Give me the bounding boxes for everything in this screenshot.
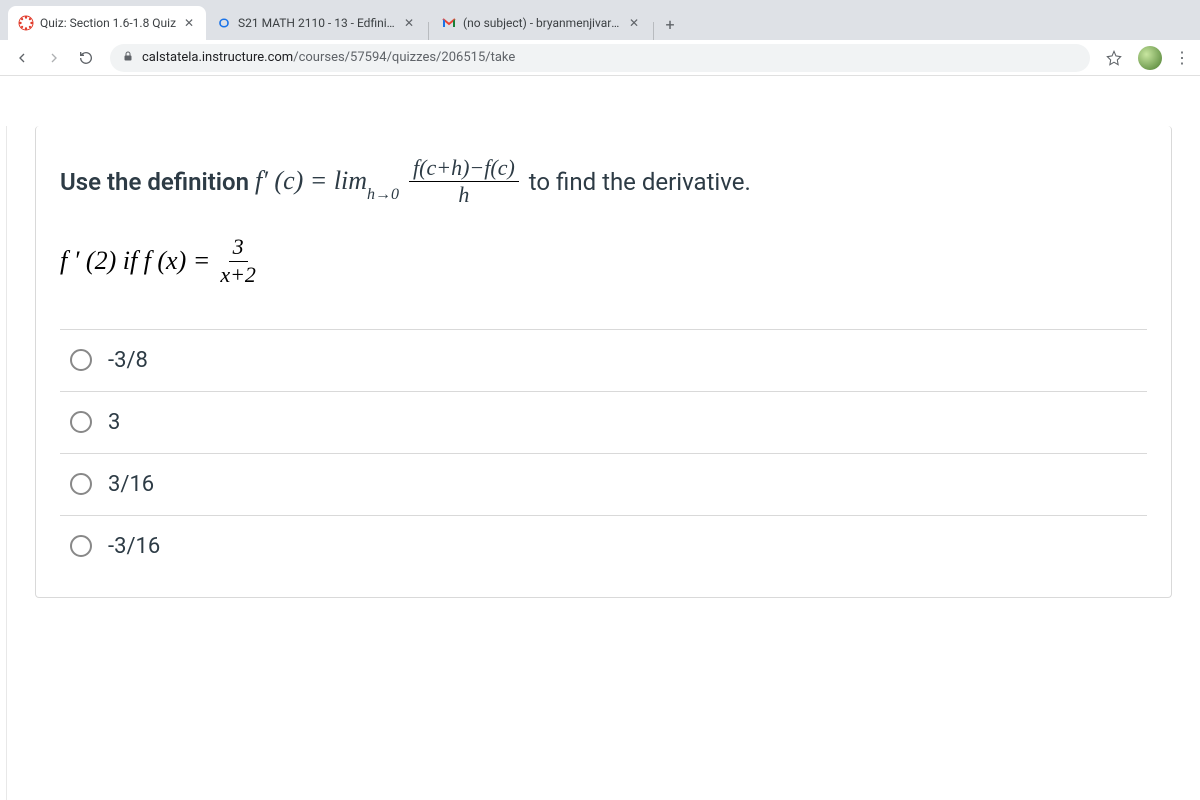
option-3[interactable]: 3/16: [60, 453, 1147, 515]
sub-question: f ′ (2) if f (x) = 3 x+2: [60, 235, 1147, 286]
option-4[interactable]: -3/16: [60, 515, 1147, 577]
prompt-suffix: to find the derivative.: [529, 164, 751, 200]
subq-fraction: 3 x+2: [220, 235, 256, 286]
address-bar[interactable]: calstatela.instructure.com/courses/57594…: [110, 44, 1090, 72]
math-sub: h→0: [367, 186, 399, 203]
bookmark-button[interactable]: [1100, 44, 1128, 72]
tab-strip: Quiz: Section 1.6-1.8 Quiz ✕ S21 MATH 21…: [0, 0, 1200, 40]
url-path: /courses/57594/quizzes/206515/take: [293, 50, 515, 65]
fraction-denominator: x+2: [220, 262, 256, 287]
menu-button[interactable]: ⋮: [1172, 48, 1192, 67]
page-content: Use the definition f′ (c) = limh→0 f(c+h…: [6, 126, 1200, 800]
tab-edfinity[interactable]: S21 MATH 2110 - 13 - Edfinity ✕: [206, 6, 426, 40]
prompt-prefix: Use the definition: [60, 164, 249, 200]
toolbar: calstatela.instructure.com/courses/57594…: [0, 40, 1200, 76]
close-icon[interactable]: ✕: [627, 16, 641, 30]
edfinity-icon: [216, 15, 232, 31]
question-box: Use the definition f′ (c) = limh→0 f(c+h…: [35, 126, 1172, 598]
tab-title: (no subject) - bryanmenjivar01: [463, 16, 621, 30]
option-label: 3/16: [108, 472, 154, 497]
option-2[interactable]: 3: [60, 391, 1147, 453]
tab-title: S21 MATH 2110 - 13 - Edfinity: [238, 16, 396, 30]
answer-options: -3/8 3 3/16 -3/16: [60, 329, 1147, 577]
fraction-denominator: h: [458, 182, 469, 207]
tab-quiz[interactable]: Quiz: Section 1.6-1.8 Quiz ✕: [8, 6, 206, 40]
math-fraction: f(c+h)−f(c) h: [409, 156, 519, 207]
question-prompt: Use the definition f′ (c) = limh→0 f(c+h…: [60, 156, 1147, 207]
radio-icon[interactable]: [70, 535, 92, 557]
canvas-icon: [18, 15, 34, 31]
tab-gmail[interactable]: (no subject) - bryanmenjivar01 ✕: [431, 6, 651, 40]
radio-icon[interactable]: [70, 411, 92, 433]
tab-separator: [428, 22, 429, 40]
gmail-icon: [441, 15, 457, 31]
close-icon[interactable]: ✕: [182, 16, 196, 30]
new-tab-button[interactable]: +: [656, 15, 684, 40]
close-icon[interactable]: ✕: [402, 16, 416, 30]
tab-title: Quiz: Section 1.6-1.8 Quiz: [40, 16, 176, 30]
subq-left: f ′ (2) if f (x) =: [60, 246, 210, 276]
option-label: -3/8: [108, 348, 148, 373]
math-lhs: f′ (c) = limh→0: [255, 161, 399, 203]
forward-button[interactable]: [40, 44, 68, 72]
radio-icon[interactable]: [70, 473, 92, 495]
option-label: -3/16: [108, 534, 160, 559]
profile-avatar[interactable]: [1138, 46, 1162, 70]
lock-icon: [122, 50, 134, 66]
back-button[interactable]: [8, 44, 36, 72]
tab-separator: [653, 22, 654, 40]
reload-button[interactable]: [72, 44, 100, 72]
option-1[interactable]: -3/8: [60, 329, 1147, 391]
radio-icon[interactable]: [70, 349, 92, 371]
option-label: 3: [108, 410, 120, 435]
fraction-numerator: f(c+h)−f(c): [409, 156, 519, 182]
url-host: calstatela.instructure.com: [142, 50, 293, 65]
fraction-numerator: 3: [229, 235, 248, 261]
